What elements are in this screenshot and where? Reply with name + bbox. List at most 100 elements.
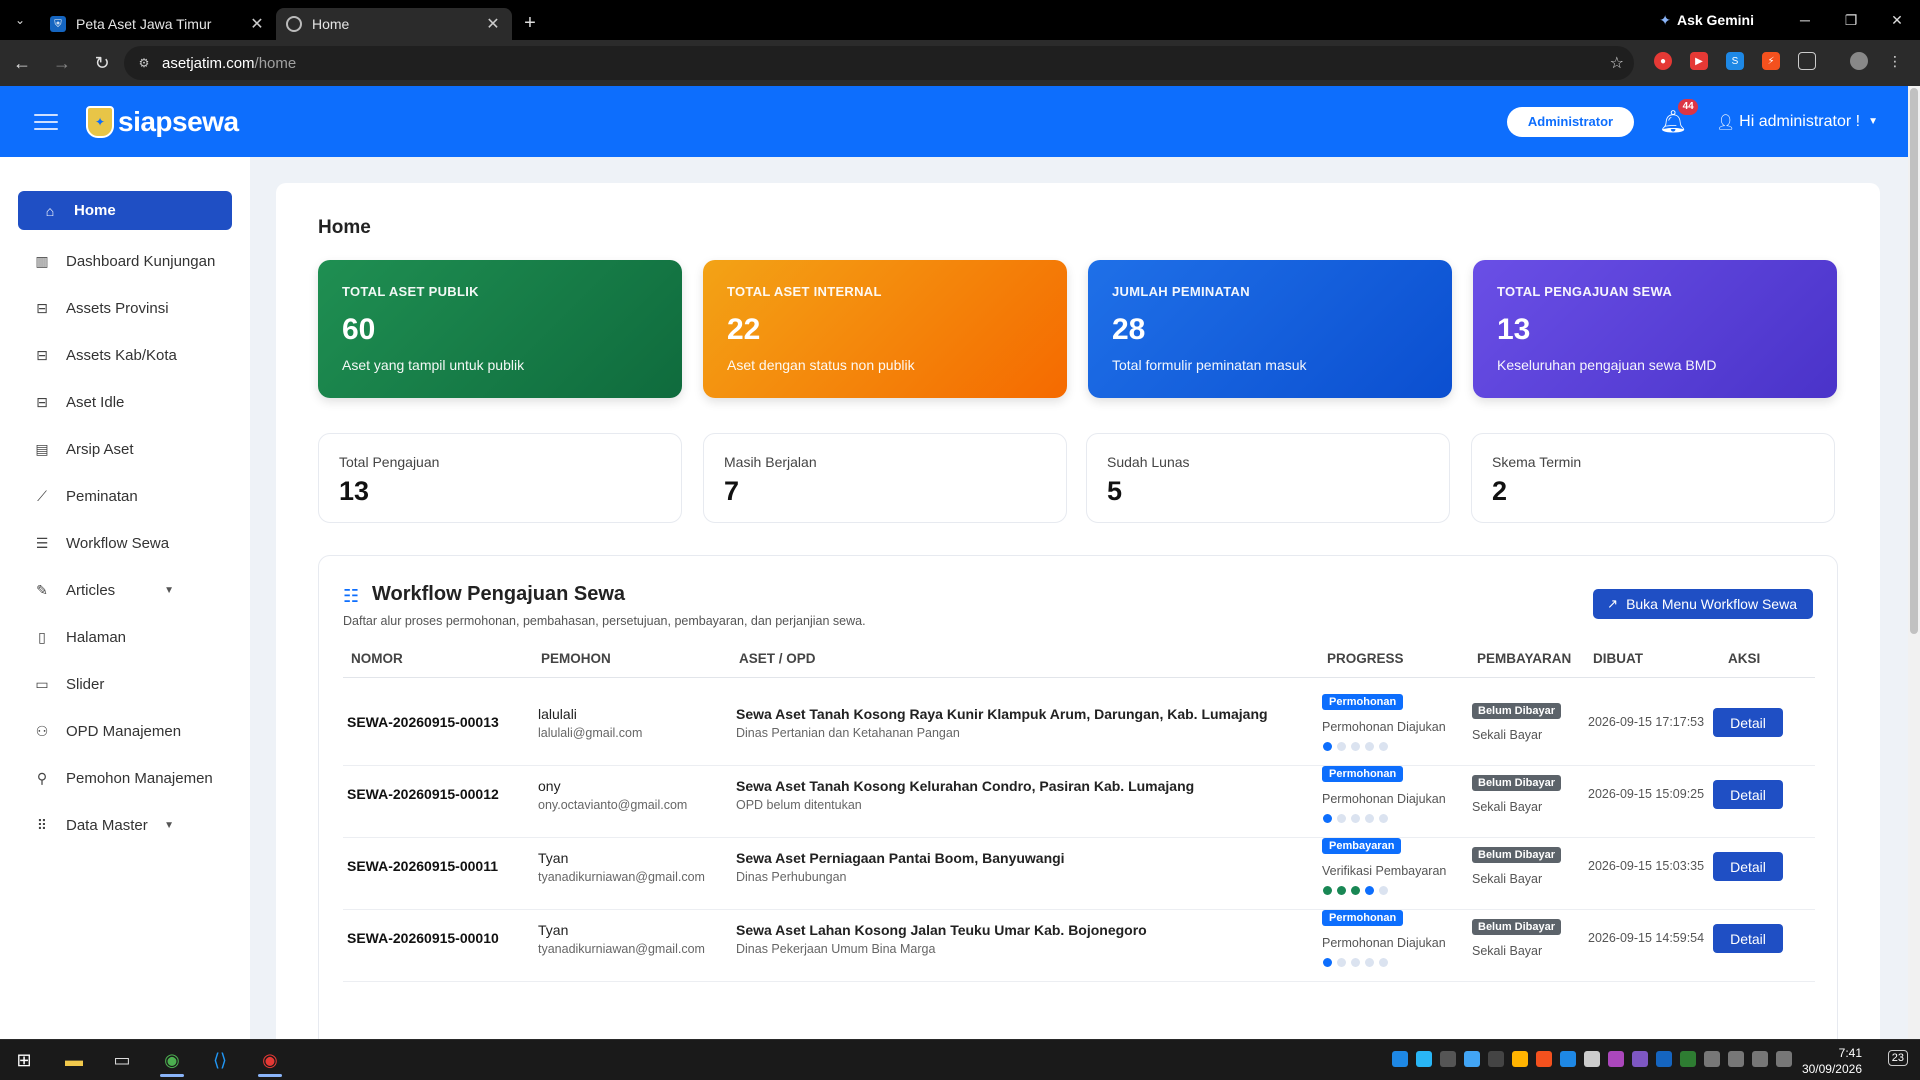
sidebar-item-assets-provinsi[interactable]: ⊟ Assets Provinsi	[0, 285, 250, 332]
archive-icon: ▤	[35, 441, 49, 457]
app-logo-text[interactable]: siapsewa	[118, 106, 239, 138]
page-scrollbar[interactable]	[1908, 86, 1920, 1039]
site-info-icon[interactable]: ⚙	[134, 53, 154, 73]
sidebar-item-opd-manajemen[interactable]: ⚇ OPD Manajemen	[0, 708, 250, 755]
sidebar-item-aset-idle[interactable]: ⊟ Aset Idle	[0, 379, 250, 426]
tray-app-icon[interactable]	[1680, 1051, 1696, 1067]
stat-value: 22	[727, 313, 761, 346]
row-pemohon-email: ony.octavianto@gmail.com	[538, 798, 688, 812]
system-clock[interactable]: 7:41 30/09/2026	[1802, 1045, 1862, 1077]
extensions-puzzle-icon[interactable]	[1798, 52, 1816, 70]
tray-app-icon[interactable]	[1608, 1051, 1624, 1067]
chrome-icon[interactable]: ◉	[152, 1044, 192, 1077]
tray-app-icon[interactable]	[1416, 1051, 1432, 1067]
row-pemohon-name: Tyan	[538, 850, 569, 866]
sidebar-item-assets-kabkota[interactable]: ⊟ Assets Kab/Kota	[0, 332, 250, 379]
stat-card-total-aset-publik: TOTAL ASET PUBLIK 60 Aset yang tampil un…	[318, 260, 682, 398]
sidebar-item-dashboard-kunjungan[interactable]: ▥ Dashboard Kunjungan	[0, 238, 250, 285]
progress-step-dot	[1379, 958, 1388, 967]
scrollbar-thumb[interactable]	[1910, 88, 1918, 634]
sidebar-item-halaman[interactable]: ▯ Halaman	[0, 614, 250, 661]
url-host: asetjatim.com	[162, 54, 255, 72]
close-window-icon[interactable]: ✕	[1874, 0, 1920, 40]
tab-close-icon[interactable]: ✕	[248, 14, 266, 34]
sidebar: ⌂ Home ▥ Dashboard Kunjungan ⊟ Assets Pr…	[0, 157, 250, 1039]
sidebar-item-label: Articles	[66, 582, 116, 599]
tray-app-icon[interactable]	[1464, 1051, 1480, 1067]
vscode-icon[interactable]: ⟨⟩	[200, 1044, 240, 1077]
sidebar-item-label: Dashboard Kunjungan	[66, 253, 216, 270]
administrator-pill[interactable]: Administrator	[1506, 106, 1635, 137]
bookmark-star-icon[interactable]: ☆	[1610, 53, 1624, 73]
sidebar-item-articles[interactable]: ✎ Articles ▼	[0, 567, 250, 614]
reload-icon[interactable]: ↻	[84, 45, 120, 81]
browser-tab-active[interactable]: Home ✕	[276, 8, 512, 40]
tray-app-icon[interactable]	[1704, 1051, 1720, 1067]
bar-chart-icon: ▥	[35, 253, 49, 269]
sidebar-item-workflow-sewa[interactable]: ☰ Workflow Sewa	[0, 520, 250, 567]
extension-s-icon[interactable]: S	[1726, 52, 1744, 70]
detail-button[interactable]: Detail	[1713, 852, 1783, 881]
tray-app-icon[interactable]	[1392, 1051, 1408, 1067]
new-tab-plus-icon[interactable]: +	[512, 12, 548, 35]
tray-app-icon[interactable]	[1512, 1051, 1528, 1067]
app-header: ✦ siapsewa Administrator 🔔︎ 44 👤︎ Hi adm…	[0, 86, 1908, 157]
stat-card-jumlah-peminatan: JUMLAH PEMINATAN 28 Total formulir pemin…	[1088, 260, 1452, 398]
address-bar[interactable]: ⚙ asetjatim.com/home ☆	[124, 46, 1634, 80]
sidebar-item-data-master[interactable]: ⠿ Data Master ▼	[0, 802, 250, 849]
browser-tab[interactable]: ⛨ Peta Aset Jawa Timur ✕	[40, 8, 276, 40]
battery-icon[interactable]	[1776, 1051, 1792, 1067]
forward-arrow-icon[interactable]: →	[44, 45, 80, 81]
tab-title: Home	[312, 16, 350, 32]
volume-icon[interactable]	[1752, 1051, 1768, 1067]
progress-status: Verifikasi Pembayaran	[1322, 864, 1447, 878]
hamburger-menu-icon[interactable]	[34, 113, 58, 130]
network-icon[interactable]	[1728, 1051, 1744, 1067]
back-arrow-icon[interactable]: ←	[4, 45, 40, 81]
sidebar-item-label: Data Master	[66, 817, 148, 834]
terminal-icon[interactable]: ▭	[102, 1044, 142, 1077]
progress-status: Permohonan Diajukan	[1322, 792, 1446, 806]
detail-button[interactable]: Detail	[1713, 708, 1783, 737]
browser-menu-icon[interactable]: ⋮	[1886, 52, 1904, 70]
open-workflow-menu-button[interactable]: ↗ Buka Menu Workflow Sewa	[1593, 589, 1813, 619]
profile-avatar-icon[interactable]	[1850, 52, 1868, 70]
sidebar-item-home[interactable]: ⌂ Home	[18, 191, 232, 230]
tab-close-icon[interactable]: ✕	[484, 14, 502, 34]
workflow-panel: ☷ Workflow Pengajuan Sewa Daftar alur pr…	[318, 555, 1838, 1075]
user-menu-dropdown[interactable]: 👤︎ Hi administrator ! ▼	[1716, 113, 1878, 131]
sidebar-item-peminatan[interactable]: ⟋ Peminatan	[0, 473, 250, 520]
progress-step-dot	[1351, 958, 1360, 967]
mini-card-total-pengajuan: Total Pengajuan 13	[318, 433, 682, 523]
workflow-subtitle: Daftar alur proses permohonan, pembahasa…	[343, 614, 866, 628]
tray-app-icon[interactable]	[1560, 1051, 1576, 1067]
file-explorer-icon[interactable]: ▬	[54, 1044, 94, 1077]
tray-app-icon[interactable]	[1584, 1051, 1600, 1067]
tray-app-icon[interactable]	[1632, 1051, 1648, 1067]
payment-status-badge: Belum Dibayar	[1472, 775, 1562, 791]
notification-center-badge[interactable]: 23	[1887, 1050, 1908, 1066]
bluetooth-icon[interactable]	[1656, 1051, 1672, 1067]
detail-button[interactable]: Detail	[1713, 780, 1783, 809]
row-aset-name: Sewa Aset Lahan Kosong Jalan Teuku Umar …	[736, 922, 1147, 938]
chrome-profile-icon[interactable]: ◉	[250, 1044, 290, 1077]
notification-bell-icon[interactable]: 🔔︎ 44	[1658, 98, 1699, 137]
detail-button[interactable]: Detail	[1713, 924, 1783, 953]
tray-app-icon[interactable]	[1440, 1051, 1456, 1067]
windows-start-icon[interactable]: ⊞	[4, 1044, 44, 1077]
ask-gemini-button[interactable]: ✦ Ask Gemini	[1659, 12, 1754, 29]
row-pemohon-name: lalulali	[538, 706, 577, 722]
extension-youtube-icon[interactable]: ▶	[1690, 52, 1708, 70]
tray-app-icon[interactable]	[1488, 1051, 1504, 1067]
sidebar-item-arsip-aset[interactable]: ▤ Arsip Aset	[0, 426, 250, 473]
button-label: Buka Menu Workflow Sewa	[1626, 596, 1797, 612]
restore-icon[interactable]: ❐	[1828, 0, 1874, 40]
tab-search-icon[interactable]: ⌄	[0, 0, 40, 40]
extension-record-icon[interactable]: ●	[1654, 52, 1672, 70]
sidebar-item-slider[interactable]: ▭ Slider	[0, 661, 250, 708]
sidebar-item-pemohon-manajemen[interactable]: ⚲ Pemohon Manajemen	[0, 755, 250, 802]
progress-status: Permohonan Diajukan	[1322, 720, 1446, 734]
tray-app-icon[interactable]	[1536, 1051, 1552, 1067]
minimize-icon[interactable]: ─	[1782, 0, 1828, 40]
extension-postman-icon[interactable]: ⚡	[1762, 52, 1780, 70]
